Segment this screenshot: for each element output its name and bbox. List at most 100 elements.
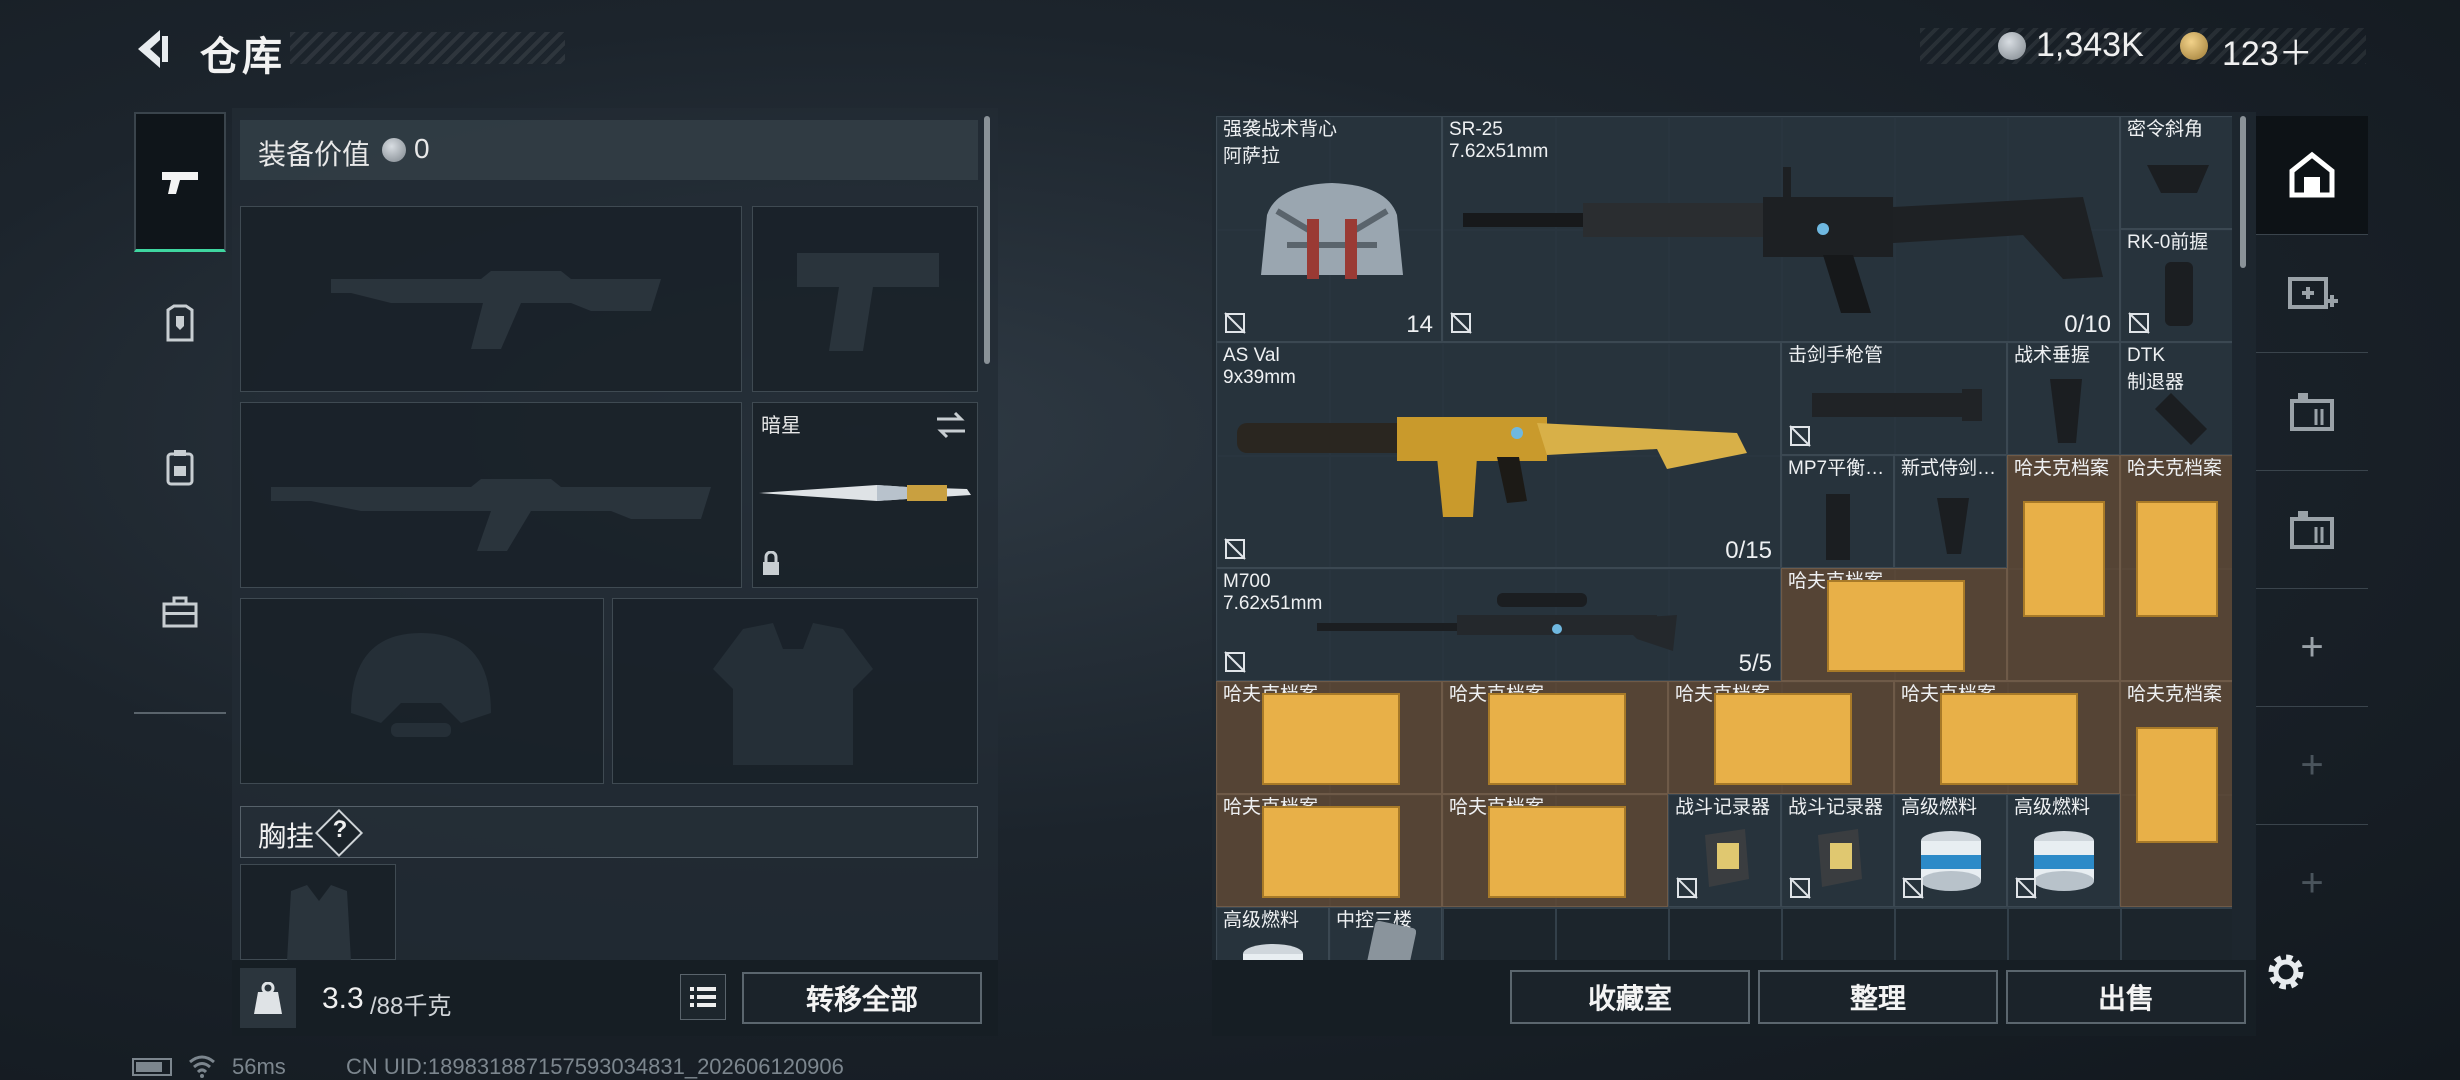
item-name: 高级燃料 [1901,797,1978,818]
storage-item[interactable]: 哈夫克档案 [1216,681,1442,794]
storage-item[interactable]: 新式侍剑… [1894,455,2007,568]
rifle-icon [1237,417,1747,517]
transfer-all-button[interactable]: 转移全部 [742,972,982,1024]
helmet-slot[interactable] [240,598,604,784]
tab-weapons[interactable] [134,112,226,252]
silver-currency[interactable]: 1,343K [2036,26,2144,65]
add-tab-button-locked: + [2256,824,2368,942]
item-name: M700 [1223,571,1271,592]
add-tab-button[interactable]: + [2256,588,2368,707]
body-armor-slot[interactable] [612,598,978,784]
rifle-icon [1463,167,2103,313]
storage-item[interactable]: DTK 制退器 [2120,342,2232,455]
storage-item[interactable]: 哈夫克档案 [2120,681,2232,907]
backpack-icon [1261,183,1403,279]
storage-item[interactable]: 战斗记录器 [1668,794,1781,907]
item-count: 0/10 [2064,311,2111,338]
fuel-icon [1243,944,1303,960]
storage-item[interactable]: 哈夫克档案 [1894,681,2120,794]
storage-item[interactable]: M700 7.62x51mm 5/5 [1216,568,1781,681]
knife-icon [759,485,971,501]
item-name: MP7平衡… [1788,458,1885,479]
gold-currency[interactable]: 123＋ [2222,26,2313,75]
storage-grid[interactable]: 强袭战术背心 阿萨拉 14 SR-25 7.62x51mm 0/10 密令斜角 [1216,116,2232,960]
no-insure-icon [1789,425,1811,447]
no-insure-icon [2128,312,2150,334]
storage-item[interactable]: 哈夫克档案 [2007,455,2120,681]
equip-value-label: 装备价值 [258,139,371,170]
no-insure-icon [1224,651,1246,673]
no-insure-icon [1224,312,1246,334]
tab-armor[interactable] [134,254,226,394]
storage-item[interactable]: 中控三楼 [1329,907,1442,960]
item-name: 战斗记录器 [1675,797,1771,818]
list-view-button[interactable] [680,974,726,1020]
loadout-scrollbar[interactable] [984,116,990,364]
rifle-silhouette-icon [271,479,711,551]
storage-item[interactable]: 强袭战术背心 阿萨拉 14 [1216,116,1442,342]
item-name: DTK [2127,345,2165,366]
mag-icon [1826,494,1850,560]
sell-button[interactable]: 出售 [2006,970,2246,1024]
help-icon[interactable]: ? [330,816,350,844]
warehouse-icon [2289,151,2335,198]
collection-room-button[interactable]: 收藏室 [1510,970,1750,1024]
grip-icon [2165,262,2193,326]
storage-item[interactable]: 哈夫克档案 [1668,681,1894,794]
storage-item[interactable]: AS Val 9x39mm 0/15 [1216,342,1781,568]
medkit-add-icon [2288,277,2338,309]
melee-slot[interactable]: 暗星 [752,402,978,588]
ammo-box-icon [2290,393,2334,431]
item-name: 高级燃料 [2014,797,2091,818]
storage-item[interactable]: 密令斜角 [2120,116,2232,229]
gear-icon[interactable] [2262,948,2310,996]
plus-icon: + [2300,860,2324,905]
item-name: 战斗记录器 [1788,797,1884,818]
item-sub: 9x39mm [1223,367,1296,388]
tab-medical[interactable] [2256,234,2368,353]
storage-item[interactable]: 哈夫克档案 [2120,455,2232,681]
item-sub: 7.62x51mm [1223,593,1323,614]
secondary-weapon-slot[interactable] [240,402,742,588]
no-insure-icon [1789,877,1811,899]
storage-item[interactable]: 击剑手枪管 [1781,342,2007,455]
storage-item[interactable]: SR-25 7.62x51mm 0/10 [1442,116,2120,342]
storage-item[interactable]: 哈夫克档案 [1216,794,1442,907]
supply-box-icon [2290,511,2334,549]
storage-item[interactable]: 哈夫克档案 [1442,681,1668,794]
silver-coin-icon [1998,32,2026,60]
item-name: 哈夫克档案 [2127,684,2223,705]
plus-icon: + [2300,742,2324,787]
equip-value: 0 [414,133,430,164]
storage-item[interactable]: 哈夫克档案 [1442,794,1668,907]
tab-backpack[interactable] [134,398,226,538]
primary-weapon-slot[interactable] [240,206,742,392]
file-icon [1488,806,1626,898]
user-uid: CN UID:1898318871575930348​31_2026061209… [346,1054,844,1079]
no-insure-icon [1676,877,1698,899]
storage-scrollbar[interactable] [2240,116,2246,268]
storage-item[interactable]: 高级燃料 [1894,794,2007,907]
tab-case[interactable] [134,542,226,682]
storage-item[interactable]: RK-0前握 [2120,229,2232,342]
swap-icon[interactable] [935,411,967,439]
sort-button[interactable]: 整理 [1758,970,1998,1024]
recorder-icon [1705,829,1749,887]
sidearm-slot[interactable] [752,206,978,392]
storage-item[interactable]: 高级燃料 [2007,794,2120,907]
file-icon [2136,501,2218,617]
storage-item[interactable]: 战术垂握 [2007,342,2120,455]
armor-icon [166,304,194,342]
storage-item[interactable]: 高级燃料 [1216,907,1329,960]
storage-item[interactable]: MP7平衡… [1781,455,1894,568]
chest-rig-slot[interactable] [240,864,396,961]
helmet-silhouette-icon [351,633,491,737]
item-count: 5/5 [1738,650,1772,677]
tab-ammo[interactable] [2256,352,2368,471]
storage-item[interactable]: 哈夫克档案 [1781,568,2007,681]
back-icon[interactable] [130,26,176,72]
tab-warehouse[interactable] [2256,116,2368,235]
storage-item[interactable]: 战斗记录器 [1781,794,1894,907]
tab-supplies[interactable] [2256,470,2368,589]
item-name: 密令斜角 [2127,119,2204,140]
